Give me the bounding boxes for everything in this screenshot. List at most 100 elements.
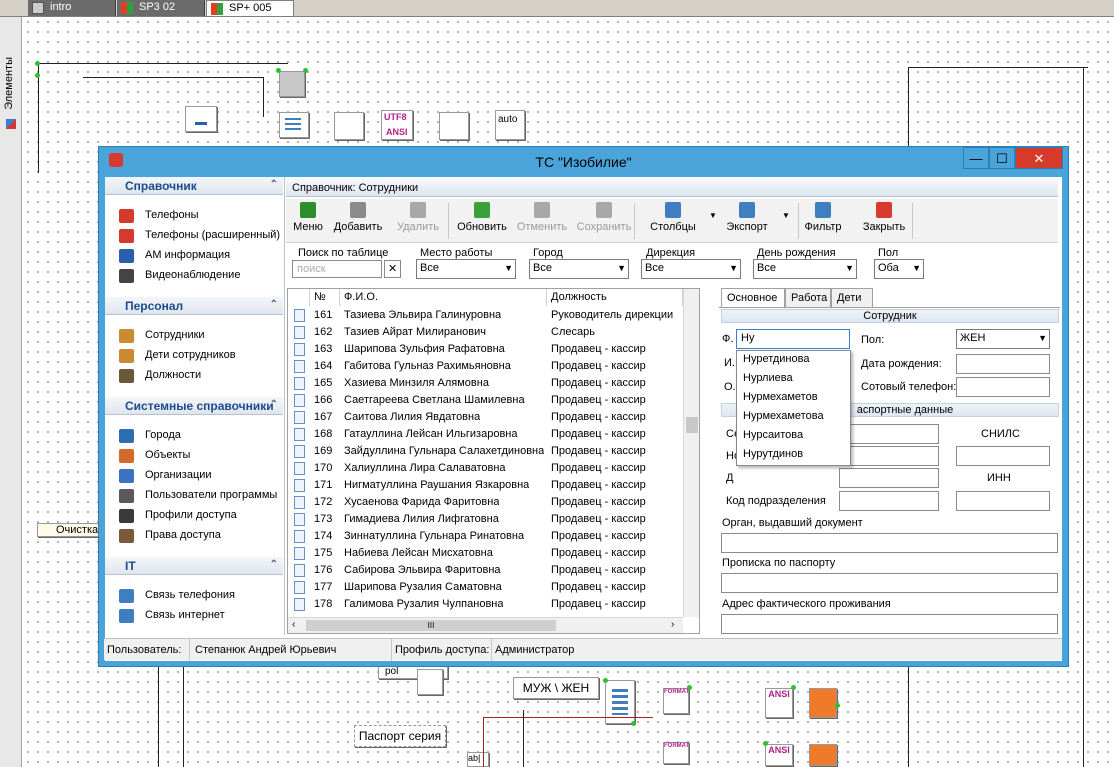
toolbar-button[interactable]: Удалить: [392, 202, 444, 240]
sex-node[interactable]: МУЖ \ ЖЕН: [513, 677, 599, 699]
table-query-block[interactable]: [279, 112, 309, 138]
toolbar-button[interactable]: Добавить: [330, 202, 386, 240]
nav-item[interactable]: Профили доступа: [119, 507, 237, 525]
table-row[interactable]: 178 Галимова Рузалия Чулпановна Продавец -…: [288, 596, 699, 613]
autocomplete-item[interactable]: Нурмехаметова: [743, 410, 824, 422]
auto-block[interactable]: auto: [495, 110, 525, 140]
chevron-up-icon[interactable]: ⌃: [270, 559, 278, 570]
autocomplete-item[interactable]: Нурмехаметов: [743, 391, 818, 403]
table-row[interactable]: 174 Зиннатуллина Гульнара Ринатовна Продав…: [288, 528, 699, 545]
tab-sp-005[interactable]: SP+ 005: [206, 0, 294, 16]
nav-item[interactable]: Связь телефония: [119, 587, 235, 605]
ansi-utf8-block[interactable]: ANSI: [765, 688, 793, 718]
toolbar-button[interactable]: Столбцы: [641, 202, 705, 240]
autocomplete-item[interactable]: Нурсаитова: [743, 429, 803, 441]
directorate-select[interactable]: Все ▼: [641, 259, 741, 279]
tab-children[interactable]: Дети: [831, 288, 873, 308]
division-code-input[interactable]: [839, 491, 939, 511]
issue-date-input[interactable]: [839, 468, 939, 488]
str-block[interactable]: [334, 112, 364, 140]
toolbar-button[interactable]: Отменить: [516, 202, 568, 240]
scroll-left-icon[interactable]: ‹: [292, 619, 295, 630]
table-row[interactable]: 166 Саетгареева Светлана Шамилевна Продаве…: [288, 392, 699, 409]
tree-block[interactable]: [417, 669, 443, 695]
table-row[interactable]: 177 Шарипова Рузалия Саматовна Продавец - …: [288, 579, 699, 596]
table-output-block[interactable]: [809, 688, 837, 718]
column-header-number[interactable]: №: [310, 289, 340, 306]
column-header-fio[interactable]: Ф.И.О.: [340, 289, 547, 306]
nav-item[interactable]: Должности: [119, 367, 201, 385]
stop-block[interactable]: [279, 71, 305, 97]
toolbar-button[interactable]: Экспорт: [716, 202, 778, 240]
series-input[interactable]: [839, 424, 939, 444]
toolbar-button[interactable]: Сохранить: [576, 202, 632, 240]
autocomplete-item[interactable]: Нурутдинов: [743, 448, 803, 460]
table-row[interactable]: 169 Зайдуллина Гульнара Салахетдиновна Про…: [288, 443, 699, 460]
autocomplete-item[interactable]: Нурлиева: [743, 372, 793, 384]
title-bar[interactable]: ТС "Изобилие" — ☐ ✕: [99, 147, 1068, 175]
utf8-ansi-block[interactable]: UTF8 ANSI: [381, 110, 413, 140]
table-row[interactable]: 172 Хусаенова Фарида Фаритовна Продавец - …: [288, 494, 699, 511]
clear-node[interactable]: Очистка: [37, 523, 107, 537]
toolbar-button[interactable]: Фильтр: [799, 202, 847, 240]
toolbar-button[interactable]: Обновить: [454, 202, 510, 240]
table-row[interactable]: 167 Саитова Лилия Явдатовна Продавец - кас…: [288, 409, 699, 426]
work-place-select[interactable]: Все ▼: [416, 259, 516, 279]
nav-item[interactable]: Телефоны: [119, 207, 199, 225]
nav-group-header[interactable]: Персонал ⌃: [105, 297, 283, 315]
table-output-block-2[interactable]: [809, 744, 837, 766]
chevron-up-icon[interactable]: ⌃: [270, 299, 278, 310]
horizontal-scrollbar[interactable]: ‹ III ›: [288, 617, 683, 633]
chevron-up-icon[interactable]: ⌃: [270, 399, 278, 410]
issued-by-input[interactable]: [721, 533, 1058, 553]
city-select[interactable]: Все ▼: [529, 259, 629, 279]
vertical-scrollbar[interactable]: [683, 289, 699, 617]
close-button[interactable]: ✕: [1015, 147, 1063, 169]
snils-input[interactable]: [956, 446, 1050, 466]
toolbar-button[interactable]: Меню: [290, 202, 326, 240]
nav-item[interactable]: Объекты: [119, 447, 190, 465]
passport-series-node[interactable]: Паспорт серия: [354, 725, 446, 747]
scroll-right-icon[interactable]: ›: [671, 619, 674, 630]
birth-date-input[interactable]: [956, 354, 1050, 374]
birthday-select[interactable]: Все ▼: [753, 259, 857, 279]
table-row[interactable]: 176 Сабирова Эльвира Фаритовна Продавец - …: [288, 562, 699, 579]
nav-item[interactable]: Города: [119, 427, 181, 445]
table-row[interactable]: 173 Гимадиева Лилия Лифгатовна Продавец - …: [288, 511, 699, 528]
nav-item[interactable]: Видеонаблюдение: [119, 267, 240, 285]
search-clear-button[interactable]: ✕: [384, 260, 401, 278]
tab-intro[interactable]: intro: [28, 0, 116, 16]
format-block-2[interactable]: FORMAT: [663, 742, 689, 764]
nav-item[interactable]: Пользователи программы: [119, 487, 277, 505]
inn-input[interactable]: [956, 491, 1050, 511]
nav-group-header[interactable]: Системные справочники ⌃: [105, 397, 283, 415]
table-row[interactable]: 170 Халиуллина Лира Салаватовна Продавец -…: [288, 460, 699, 477]
table-row[interactable]: 175 Набиева Лейсан Мисхатовна Продавец - к…: [288, 545, 699, 562]
ansi-block-2[interactable]: ANSI: [765, 744, 793, 766]
tab-main[interactable]: Основное: [721, 288, 785, 308]
sex-select[interactable]: ЖЕН ▼: [956, 329, 1050, 349]
table-row[interactable]: 162 Тазиев Айрат Милиранович Слесарь: [288, 324, 699, 341]
table-row[interactable]: 163 Шарипова Зульфия Рафатовна Продавец - …: [288, 341, 699, 358]
autocomplete-list[interactable]: Нуретдинова Нурлиева Нурмехаметов Нурмехаме…: [736, 350, 851, 466]
tab-sp3-02[interactable]: SP3 02: [117, 0, 205, 16]
registration-input[interactable]: [721, 573, 1058, 593]
nav-group-header[interactable]: IT ⌃: [105, 557, 283, 575]
nav-item[interactable]: Организации: [119, 467, 212, 485]
table-row[interactable]: 161 Тазиева Эльвира Галинуровна Руководите…: [288, 307, 699, 324]
address-input[interactable]: [721, 614, 1058, 634]
nav-item[interactable]: Права доступа: [119, 527, 221, 545]
autocomplete-item[interactable]: Нуретдинова: [743, 353, 809, 365]
nav-item[interactable]: Телефоны (расширенный): [119, 227, 280, 245]
column-header-position[interactable]: Должность: [547, 289, 683, 306]
hscroll-thumb[interactable]: III: [306, 620, 556, 631]
table-row[interactable]: 165 Хазиева Минзиля Алямовна Продавец - ка…: [288, 375, 699, 392]
mobile-input[interactable]: [956, 377, 1050, 397]
employees-table[interactable]: № Ф.И.О. Должность 161 Тазиева Эльвира Га…: [287, 288, 700, 634]
table-row[interactable]: 164 Габитова Гульназ Рахимьяновна Продавец…: [288, 358, 699, 375]
minimize-button[interactable]: —: [963, 147, 989, 169]
format-block[interactable]: FORMAT: [663, 688, 689, 714]
mapping-block[interactable]: [439, 112, 469, 140]
table-row[interactable]: 168 Гатауллина Лейсан Ильгизаровна Продаве…: [288, 426, 699, 443]
chevron-up-icon[interactable]: ⌃: [270, 179, 278, 190]
